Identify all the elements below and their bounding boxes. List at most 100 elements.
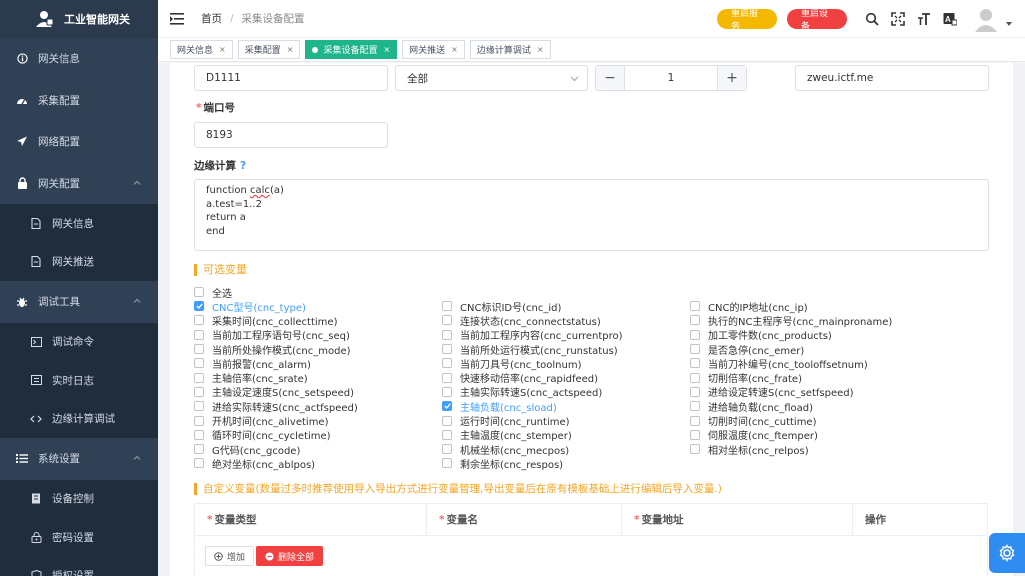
variable-checkbox-item[interactable]: G代码(cnc_gcode) bbox=[194, 442, 442, 457]
variable-checkbox-item[interactable]: 执行的NC主程序号(cnc_mainproname) bbox=[690, 313, 938, 328]
translate-icon[interactable]: A bbox=[943, 12, 957, 26]
checkbox[interactable] bbox=[442, 415, 452, 426]
avatar[interactable] bbox=[973, 6, 999, 32]
host-input[interactable]: zweu.ictf.me bbox=[795, 65, 989, 91]
settings-fab[interactable] bbox=[989, 533, 1025, 573]
tag-tab[interactable]: 网关信息 × bbox=[170, 40, 233, 59]
checkbox[interactable] bbox=[194, 458, 204, 469]
search-icon[interactable] bbox=[865, 12, 879, 26]
checkbox[interactable] bbox=[194, 329, 204, 340]
variable-checkbox-item[interactable]: 是否急停(cnc_emer) bbox=[690, 342, 938, 357]
close-icon[interactable]: × bbox=[219, 45, 226, 54]
tag-tab[interactable]: 边缘计算调试 × bbox=[469, 40, 551, 59]
variable-checkbox-item[interactable]: 运行时间(cnc_runtime) bbox=[442, 413, 690, 428]
checkbox[interactable] bbox=[442, 358, 452, 369]
quantity-stepper[interactable]: − 1 + bbox=[595, 65, 747, 91]
variable-checkbox-item[interactable]: 剩余坐标(cnc_respos) bbox=[442, 456, 690, 471]
chevron-up-icon[interactable] bbox=[132, 178, 142, 188]
close-icon[interactable]: × bbox=[287, 45, 294, 54]
sidebar-item[interactable]: 实时日志 bbox=[0, 361, 158, 400]
variable-checkbox-item[interactable]: 相对坐标(cnc_relpos) bbox=[690, 442, 938, 457]
type-select[interactable]: 全部 bbox=[395, 65, 588, 91]
checkbox[interactable] bbox=[690, 429, 700, 440]
edge-code-textarea[interactable]: function calc(a) a.test=1..2 return a en… bbox=[194, 179, 989, 251]
checkbox[interactable] bbox=[442, 444, 452, 455]
chevron-up-icon[interactable] bbox=[132, 296, 142, 306]
checkbox[interactable] bbox=[442, 458, 452, 469]
checkbox[interactable] bbox=[690, 329, 700, 340]
variable-checkbox-item[interactable]: 主轴温度(cnc_stemper) bbox=[442, 428, 690, 442]
variable-checkbox-item[interactable]: 主轴设定速度S(cnc_setspeed) bbox=[194, 385, 442, 399]
variable-checkbox-item[interactable]: 连接状态(cnc_connectstatus) bbox=[442, 313, 690, 328]
sidebar-item[interactable]: 调试命令 bbox=[0, 323, 158, 362]
checkbox[interactable] bbox=[194, 429, 204, 440]
font-size-icon[interactable] bbox=[917, 12, 931, 26]
checkbox[interactable] bbox=[194, 386, 204, 397]
variable-checkbox-item[interactable]: 采集时间(cnc_collecttime) bbox=[194, 313, 442, 328]
checkbox[interactable] bbox=[690, 344, 700, 355]
chevron-down-icon[interactable] bbox=[1005, 20, 1013, 28]
checkbox[interactable] bbox=[194, 444, 204, 455]
variable-checkbox-item[interactable]: 当前报警(cnc_alarm) bbox=[194, 356, 442, 371]
checkbox[interactable] bbox=[690, 415, 700, 426]
variable-checkbox-item[interactable]: 进给实际转速S(cnc_actfspeed) bbox=[194, 399, 442, 414]
variable-checkbox-item[interactable]: CNC标识ID号(cnc_id) bbox=[442, 299, 690, 314]
checkbox[interactable] bbox=[690, 401, 700, 412]
variable-checkbox-item[interactable]: 切削倍率(cnc_frate) bbox=[690, 370, 938, 385]
checkbox[interactable] bbox=[690, 315, 700, 326]
variable-checkbox-item[interactable]: 主轴倍率(cnc_srate) bbox=[194, 370, 442, 385]
tag-tab[interactable]: 网关推送 × bbox=[402, 40, 465, 59]
sidebar-item[interactable]: 授权设置 bbox=[0, 557, 158, 576]
close-icon[interactable]: × bbox=[451, 45, 458, 54]
checkbox[interactable] bbox=[194, 315, 204, 326]
variable-checkbox-item[interactable]: 快速移动倍率(cnc_rapidfeed) bbox=[442, 370, 690, 385]
port-input[interactable]: 8193 bbox=[194, 122, 388, 148]
restart-device-button[interactable]: 重启设备 bbox=[787, 9, 847, 32]
checkbox[interactable] bbox=[442, 344, 452, 355]
sidebar-item[interactable]: 网关配置 bbox=[0, 163, 158, 205]
checkbox[interactable] bbox=[442, 301, 452, 312]
sidebar-item[interactable]: 系统设置 bbox=[0, 438, 158, 480]
checkbox[interactable] bbox=[194, 301, 204, 312]
variable-checkbox-item[interactable]: 当前刀具号(cnc_toolnum) bbox=[442, 356, 690, 371]
tag-tab[interactable]: 采集配置 × bbox=[237, 40, 301, 59]
variable-checkbox-item[interactable]: 进给设定转速S(cnc_setfspeed) bbox=[690, 385, 938, 399]
variable-checkbox-item[interactable]: 当前所处运行模式(cnc_runstatus) bbox=[442, 342, 690, 357]
sidebar-item[interactable]: 采集配置 bbox=[0, 80, 158, 122]
sidebar-item[interactable]: 网关信息 bbox=[0, 204, 158, 243]
decrement-button[interactable]: − bbox=[596, 66, 624, 90]
variable-checkbox-item[interactable]: 加工零件数(cnc_products) bbox=[690, 328, 938, 342]
checkbox[interactable] bbox=[442, 401, 452, 412]
help-icon[interactable]: ? bbox=[240, 160, 246, 172]
checkbox[interactable] bbox=[194, 401, 204, 412]
sidebar-item[interactable]: 网络配置 bbox=[0, 121, 158, 163]
checkbox[interactable] bbox=[194, 344, 204, 355]
chevron-up-icon[interactable] bbox=[132, 453, 142, 463]
variable-checkbox-item[interactable]: 进给轴负载(cnc_fload) bbox=[690, 399, 938, 414]
delete-all-button[interactable]: 删除全部 bbox=[256, 546, 324, 566]
checkbox[interactable] bbox=[194, 415, 204, 426]
checkbox[interactable] bbox=[690, 444, 700, 455]
checkbox[interactable] bbox=[194, 358, 204, 369]
checkbox[interactable] bbox=[442, 429, 452, 440]
sidebar-item[interactable]: 密码设置 bbox=[0, 518, 158, 557]
increment-button[interactable]: + bbox=[718, 66, 746, 90]
checkbox[interactable] bbox=[194, 372, 204, 383]
variable-checkbox-item[interactable]: 当前加工程序内容(cnc_currentpro) bbox=[442, 328, 690, 342]
variable-checkbox-item[interactable]: 机械坐标(cnc_mecpos) bbox=[442, 442, 690, 457]
variable-checkbox-item[interactable]: 主轴实际转速S(cnc_actspeed) bbox=[442, 385, 690, 399]
add-button[interactable]: 增加 bbox=[205, 546, 255, 566]
checkbox[interactable] bbox=[690, 372, 700, 383]
tag-tab[interactable]: 采集设备配置 × bbox=[305, 40, 398, 59]
checkbox[interactable] bbox=[442, 372, 452, 383]
select-all-checkbox[interactable]: 全选 bbox=[194, 285, 442, 300]
hamburger-icon[interactable] bbox=[170, 12, 184, 25]
variable-checkbox-item[interactable]: 当前加工程序语句号(cnc_seq) bbox=[194, 328, 442, 342]
checkbox[interactable] bbox=[194, 287, 204, 297]
sidebar-item[interactable]: 网关信息 bbox=[0, 38, 158, 80]
address-input[interactable]: D1111 bbox=[194, 65, 388, 91]
sidebar-item[interactable]: 边缘计算调试 bbox=[0, 400, 158, 439]
fullscreen-icon[interactable] bbox=[891, 12, 905, 26]
variable-checkbox-item[interactable]: 开机时间(cnc_alivetime) bbox=[194, 413, 442, 428]
checkbox[interactable] bbox=[442, 386, 452, 397]
